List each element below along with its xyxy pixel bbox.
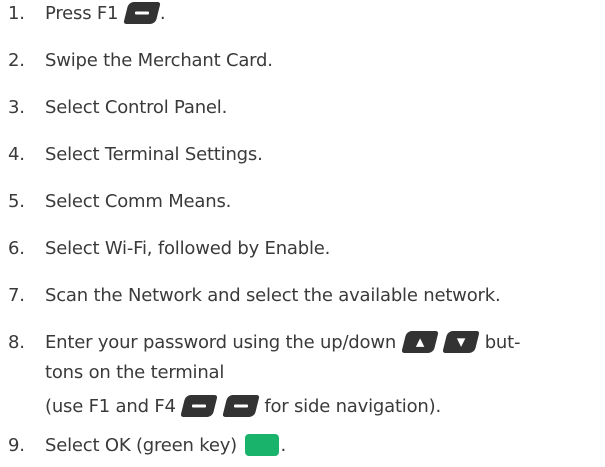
step-number: 5. [8, 191, 25, 212]
step-text-continued: for side navigation). [264, 396, 441, 417]
step-number: 4. [8, 144, 25, 165]
up-arrow-key-icon: ▲ [400, 331, 439, 353]
step-text: Swipe the Merchant Card. [45, 50, 273, 71]
f4-key-icon [222, 395, 260, 417]
step-number: 1. [8, 3, 25, 24]
step-number: 3. [8, 97, 25, 118]
step-text: Select Comm Means. [45, 191, 232, 212]
green-ok-key-icon [244, 434, 279, 456]
step-text: Select OK (green key) [45, 435, 238, 456]
step-text: (use F1 and F4 [45, 396, 176, 417]
step-text: Select Wi-Fi, followed by Enable. [45, 238, 331, 259]
step-number: 7. [8, 285, 25, 306]
step-text: Enter your password using the up/down [45, 332, 397, 353]
step-text: Select Terminal Settings. [45, 144, 263, 165]
step-number: 8. [8, 332, 25, 353]
f1-key-icon [123, 2, 161, 24]
step-text: Scan the Network and select the availabl… [45, 285, 501, 306]
step-text-continued: but- [484, 332, 521, 353]
step-number: 9. [8, 435, 25, 456]
step-text: tons on the terminal [45, 362, 225, 383]
step-punct: . [159, 3, 166, 24]
step-number: 6. [8, 238, 25, 259]
f1-key-icon [180, 395, 219, 417]
step-text: Select Control Panel. [45, 97, 228, 118]
down-arrow-key-icon: ▼ [442, 331, 480, 353]
step-text: Press F1 [45, 3, 119, 24]
step-punct: . [280, 435, 287, 456]
step-number: 2. [8, 50, 25, 71]
